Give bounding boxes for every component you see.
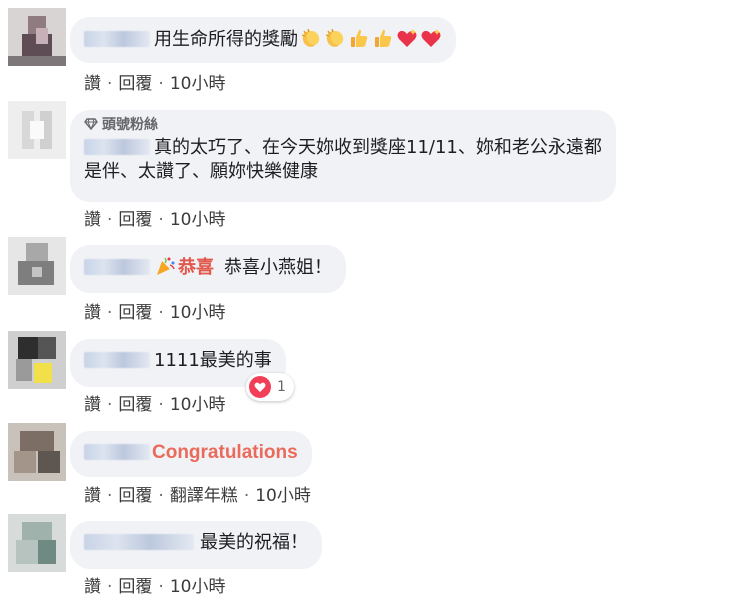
clapping-hands-icon — [301, 28, 320, 47]
comment-actions: 讚 · 回覆 · 10小時 — [84, 390, 225, 415]
reply-link[interactable]: 回覆 — [118, 74, 152, 94]
separator-dot: · — [158, 210, 164, 230]
comment-bubble: 最美的祝福！ — [70, 521, 322, 569]
diamond-icon — [84, 118, 98, 130]
avatar[interactable] — [8, 101, 66, 159]
avatar[interactable] — [8, 514, 66, 572]
avatar[interactable] — [8, 237, 66, 295]
timestamp-link[interactable]: 10小時 — [170, 74, 226, 94]
clapping-hands-icon — [325, 28, 344, 47]
separator-dot: · — [107, 303, 113, 323]
translate-link[interactable]: 翻譯年糕 — [170, 486, 238, 506]
like-link[interactable]: 讚 — [84, 486, 101, 506]
avatar[interactable] — [8, 331, 66, 389]
comment-actions: 讚 · 回覆 · 翻譯年糕 · 10小時 — [84, 481, 311, 506]
reaction-count: 1 — [277, 379, 286, 395]
like-link[interactable]: 讚 — [84, 395, 101, 415]
reply-link[interactable]: 回覆 — [118, 303, 152, 323]
comment-actions: 讚 · 回覆 · 10小時 — [84, 205, 225, 230]
comment-actions: 讚 · 回覆 · 10小時 — [84, 572, 225, 597]
commenter-name[interactable] — [84, 259, 150, 275]
commenter-name[interactable] — [84, 139, 150, 155]
separator-dot: · — [107, 210, 113, 230]
commenter-name[interactable] — [84, 352, 150, 368]
like-link[interactable]: 讚 — [84, 303, 101, 323]
separator-dot: · — [158, 486, 164, 506]
separator-dot: · — [107, 486, 113, 506]
like-link[interactable]: 讚 — [84, 577, 101, 597]
timestamp-link[interactable]: 10小時 — [255, 486, 311, 506]
reply-link[interactable]: 回覆 — [118, 486, 152, 506]
love-reaction-icon — [249, 376, 271, 398]
timestamp-link[interactable]: 10小時 — [170, 395, 226, 415]
badge-label: 頭號粉絲 — [102, 117, 158, 133]
like-link[interactable]: 讚 — [84, 210, 101, 230]
sparkling-heart-icon — [421, 29, 441, 47]
separator-dot: · — [107, 74, 113, 94]
comment-bubble: 恭喜 恭喜小燕姐！ — [70, 245, 346, 293]
comment-actions: 讚 · 回覆 · 10小時 — [84, 69, 225, 94]
congrats-tag[interactable]: 恭喜 — [178, 257, 214, 278]
sparkling-heart-icon — [397, 29, 417, 47]
separator-dot: · — [107, 577, 113, 597]
comment-bubble: 頭號粉絲 真的太巧了、在今天妳收到獎座11/11、妳和老公永遠都 是伴、太讚了、… — [70, 110, 616, 202]
comment-text: 最美的祝福！ — [200, 532, 308, 553]
separator-dot: · — [158, 395, 164, 415]
comment-bubble: 用生命所得的獎勵 — [70, 17, 456, 63]
comment-text: 1111最美的事 — [154, 350, 272, 371]
commenter-name[interactable] — [84, 534, 194, 550]
like-link[interactable]: 讚 — [84, 74, 101, 94]
comment-text: 用生命所得的獎勵 — [154, 29, 298, 50]
top-fan-badge: 頭號粉絲 — [84, 116, 602, 134]
separator-dot: · — [158, 577, 164, 597]
thumbs-up-icon — [351, 29, 368, 47]
comment-text-line: 是伴、太讚了、願妳快樂健康 — [84, 161, 318, 182]
timestamp-link[interactable]: 10小時 — [170, 210, 226, 230]
thumbs-up-icon — [375, 29, 392, 47]
party-popper-icon — [157, 257, 175, 275]
comment-text-line: 真的太巧了、在今天妳收到獎座11/11、妳和老公永遠都 — [84, 136, 602, 160]
reply-link[interactable]: 回覆 — [118, 395, 152, 415]
commenter-name[interactable] — [84, 31, 150, 47]
separator-dot: · — [158, 303, 164, 323]
separator-dot: · — [107, 395, 113, 415]
avatar[interactable] — [8, 423, 66, 481]
separator-dot: · — [243, 486, 250, 506]
reply-link[interactable]: 回覆 — [118, 210, 152, 230]
comment-text: 恭喜小燕姐！ — [224, 257, 332, 278]
comment-bubble: Congratulations — [70, 431, 312, 477]
reaction-count-pill[interactable]: 1 — [246, 373, 294, 401]
timestamp-link[interactable]: 10小時 — [170, 577, 226, 597]
reply-link[interactable]: 回覆 — [118, 577, 152, 597]
comment-actions: 讚 · 回覆 · 10小時 — [84, 298, 225, 323]
comment-text: Congratulations — [152, 442, 298, 463]
separator-dot: · — [158, 74, 164, 94]
avatar[interactable] — [8, 8, 66, 66]
timestamp-link[interactable]: 10小時 — [170, 303, 226, 323]
commenter-name[interactable] — [84, 444, 150, 460]
